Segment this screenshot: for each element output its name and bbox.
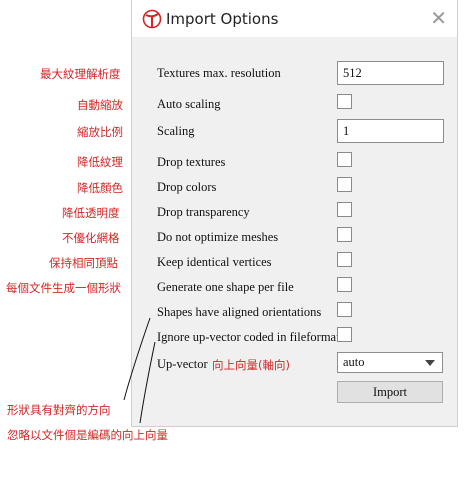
- annotation-connectors: [123, 317, 156, 424]
- connector-ignore-up-vector: [139, 341, 156, 424]
